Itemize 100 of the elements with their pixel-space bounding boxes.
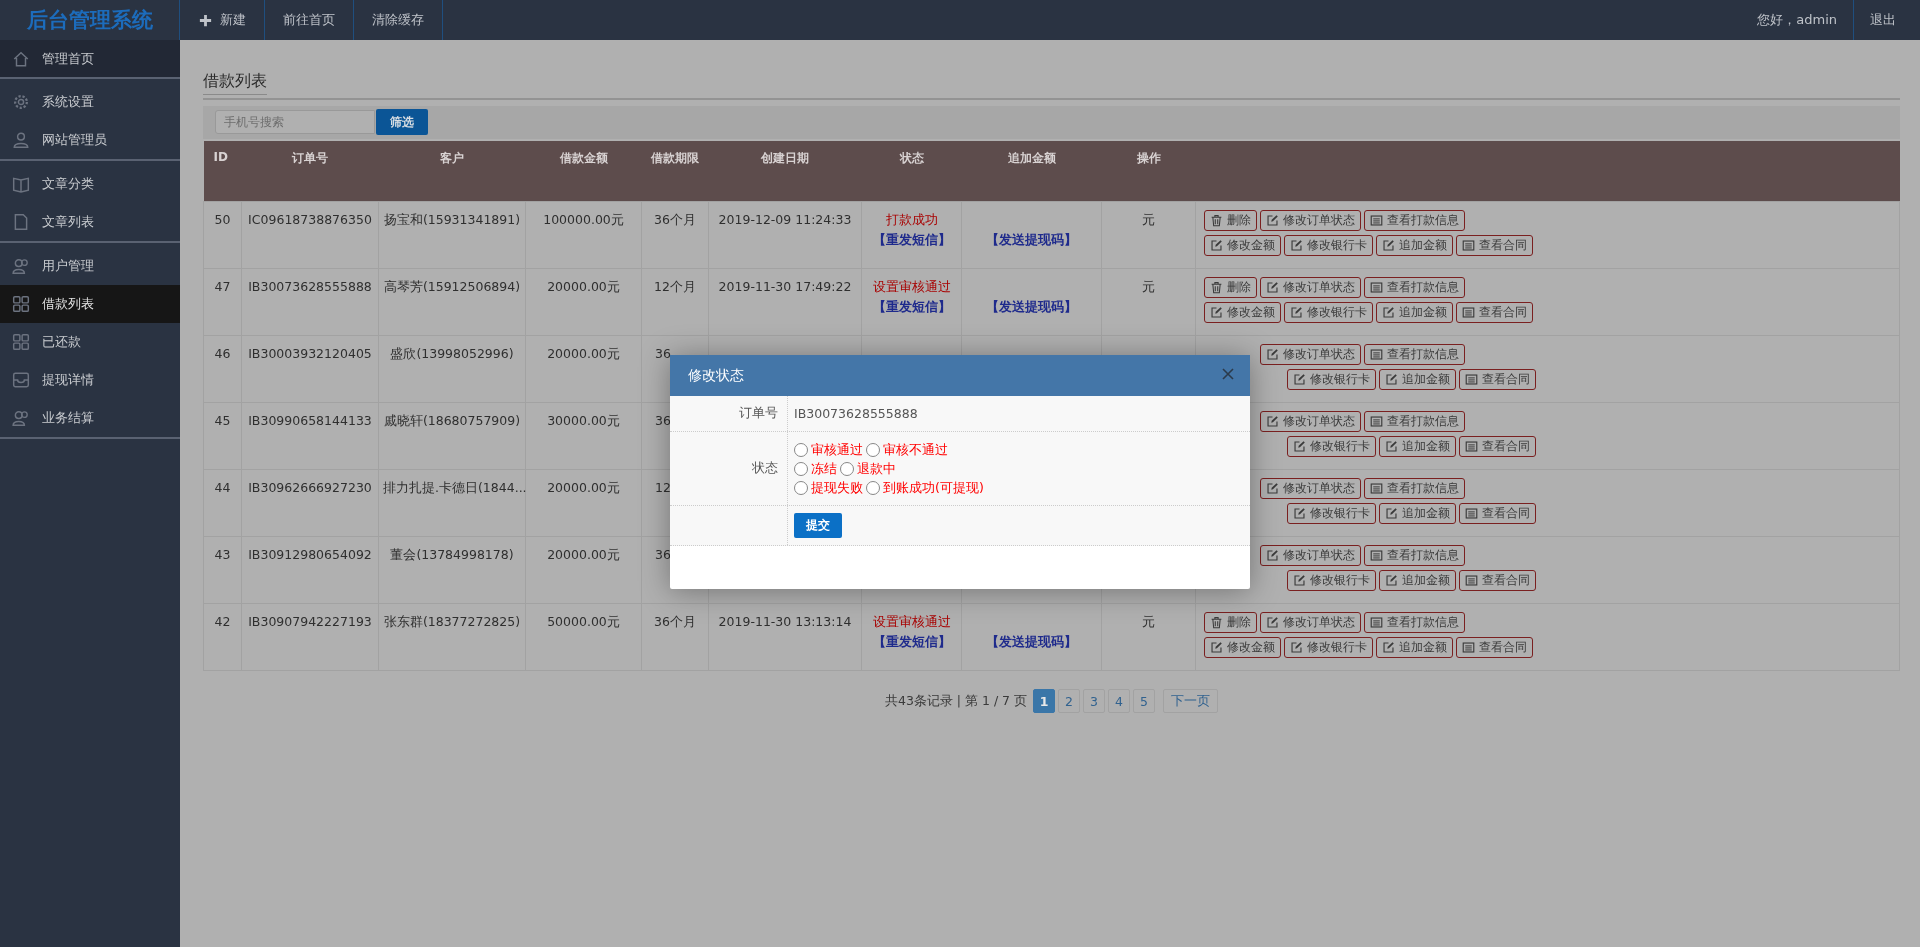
radio-button[interactable] bbox=[866, 480, 880, 495]
edit-icon bbox=[1293, 507, 1306, 520]
table-cell: 盛欣(13998052996) bbox=[390, 346, 514, 361]
action-button[interactable]: 修改订单状态 bbox=[1260, 411, 1361, 432]
sidebar-item[interactable]: 用户管理 bbox=[0, 247, 180, 285]
sidebar-item[interactable]: 系统设置 bbox=[0, 83, 180, 121]
action-button[interactable]: 追加金额 bbox=[1376, 302, 1453, 323]
radio-label: 提现失败 bbox=[811, 479, 863, 497]
action-button[interactable]: 修改银行卡 bbox=[1284, 235, 1373, 256]
action-button[interactable]: 修改订单状态 bbox=[1260, 210, 1361, 231]
radio-button[interactable] bbox=[866, 442, 880, 457]
action-button[interactable]: 修改银行卡 bbox=[1284, 302, 1373, 323]
action-button[interactable]: 修改银行卡 bbox=[1287, 503, 1376, 524]
action-button[interactable]: 修改银行卡 bbox=[1287, 369, 1376, 390]
sidebar-item[interactable]: 已还款 bbox=[0, 323, 180, 361]
table-cell: 排力扎提.卡德日(1844... bbox=[383, 480, 527, 495]
radio-button[interactable] bbox=[794, 442, 808, 457]
page-link[interactable]: 4 bbox=[1108, 689, 1131, 713]
table-cell: 36 bbox=[655, 413, 671, 428]
action-button[interactable]: 查看打款信息 bbox=[1364, 210, 1465, 231]
table-cell: 扬宝和(15931341891) bbox=[383, 212, 521, 227]
table-cell: 44 bbox=[214, 480, 231, 495]
action-button[interactable]: 修改金额 bbox=[1204, 302, 1281, 323]
action-button[interactable]: 查看合同 bbox=[1459, 570, 1536, 591]
edit-icon bbox=[1293, 574, 1306, 587]
list-icon bbox=[1370, 214, 1383, 227]
action-button[interactable]: 查看合同 bbox=[1459, 503, 1536, 524]
action-button[interactable]: 追加金额 bbox=[1376, 235, 1453, 256]
action-button[interactable]: 修改订单状态 bbox=[1260, 545, 1361, 566]
action-button[interactable]: 查看合同 bbox=[1456, 302, 1533, 323]
action-button[interactable]: 查看打款信息 bbox=[1364, 277, 1465, 298]
action-button[interactable]: 查看合同 bbox=[1459, 369, 1536, 390]
action-button[interactable]: 查看打款信息 bbox=[1364, 478, 1465, 499]
modal-title: 修改状态 bbox=[688, 366, 745, 385]
action-button[interactable]: 查看打款信息 bbox=[1364, 344, 1465, 365]
submit-button[interactable]: 提交 bbox=[794, 513, 842, 538]
action-button[interactable]: 修改订单状态 bbox=[1260, 277, 1361, 298]
action-button[interactable]: 追加金额 bbox=[1379, 436, 1456, 457]
trash-icon bbox=[1210, 214, 1223, 227]
action-button[interactable]: 查看合同 bbox=[1456, 235, 1533, 256]
edit-icon bbox=[1290, 239, 1303, 252]
table-cell: 2019-11-30 17:49:22 bbox=[718, 279, 852, 294]
close-icon bbox=[1220, 366, 1236, 382]
table-cell: 2019-12-09 11:24:33 bbox=[718, 212, 852, 227]
action-button[interactable]: 删除 bbox=[1204, 277, 1257, 298]
sidebar-item[interactable]: 提现详情 bbox=[0, 361, 180, 399]
sidebar-item[interactable]: 文章分类 bbox=[0, 165, 180, 203]
action-button[interactable]: 查看打款信息 bbox=[1364, 545, 1465, 566]
page-link[interactable]: 3 bbox=[1083, 689, 1106, 713]
action-button[interactable]: 查看合同 bbox=[1456, 637, 1533, 658]
filter-button[interactable]: 筛选 bbox=[376, 109, 428, 135]
next-page-link[interactable]: 下一页 bbox=[1163, 689, 1219, 713]
trash-icon bbox=[1210, 616, 1223, 629]
action-button[interactable]: 删除 bbox=[1204, 210, 1257, 231]
resend-sms-link[interactable]: 【重发短信】 bbox=[872, 232, 951, 247]
sidebar-item[interactable]: 借款列表 bbox=[0, 285, 180, 323]
table-cell: 43 bbox=[214, 547, 231, 562]
status-text: 设置审核通过 bbox=[872, 614, 951, 629]
search-field[interactable]: 手机号搜索 bbox=[215, 110, 375, 134]
action-button[interactable]: 修改订单状态 bbox=[1260, 344, 1361, 365]
action-button[interactable]: 修改银行卡 bbox=[1287, 570, 1376, 591]
action-button[interactable]: 修改银行卡 bbox=[1287, 436, 1376, 457]
action-button[interactable]: 查看合同 bbox=[1459, 436, 1536, 457]
action-button[interactable]: 追加金额 bbox=[1376, 637, 1453, 658]
action-button[interactable]: 查看打款信息 bbox=[1364, 612, 1465, 633]
radio-button[interactable] bbox=[840, 461, 854, 476]
edit-icon bbox=[1385, 373, 1398, 386]
radio-button[interactable] bbox=[794, 480, 808, 495]
action-button[interactable]: 修改金额 bbox=[1204, 235, 1281, 256]
action-button[interactable]: 修改金额 bbox=[1204, 637, 1281, 658]
list-icon bbox=[1462, 239, 1475, 252]
sidebar-item[interactable]: 网站管理员 bbox=[0, 121, 180, 159]
sidebar-item[interactable]: 业务结算 bbox=[0, 399, 180, 437]
resend-sms-link[interactable]: 【重发短信】 bbox=[872, 634, 951, 649]
radio-button[interactable] bbox=[794, 461, 808, 476]
list-icon bbox=[1370, 616, 1383, 629]
page-link[interactable]: 1 bbox=[1033, 689, 1056, 713]
table-cell: 42 bbox=[214, 614, 231, 629]
action-button[interactable]: 修改订单状态 bbox=[1260, 612, 1361, 633]
action-button[interactable]: 追加金额 bbox=[1379, 369, 1456, 390]
action-button[interactable]: 修改银行卡 bbox=[1284, 637, 1373, 658]
edit-icon bbox=[1385, 440, 1398, 453]
list-icon bbox=[1465, 440, 1478, 453]
list-icon bbox=[1370, 482, 1383, 495]
action-button[interactable]: 修改订单状态 bbox=[1260, 478, 1361, 499]
action-button[interactable]: 追加金额 bbox=[1379, 503, 1456, 524]
list-icon bbox=[1370, 348, 1383, 361]
radio-label: 退款中 bbox=[857, 460, 896, 478]
action-button[interactable]: 查看打款信息 bbox=[1364, 411, 1465, 432]
action-button[interactable]: 删除 bbox=[1204, 612, 1257, 633]
page-link[interactable]: 5 bbox=[1133, 689, 1156, 713]
sidebar-item[interactable]: 文章列表 bbox=[0, 203, 180, 241]
sidebar-item[interactable]: 管理首页 bbox=[0, 40, 180, 77]
page-link[interactable]: 2 bbox=[1058, 689, 1081, 713]
column-header: 借款期限 bbox=[651, 151, 699, 165]
table-cell: 20000.00元 bbox=[547, 547, 620, 562]
table-cell: 12个月 bbox=[654, 279, 696, 294]
action-button[interactable]: 追加金额 bbox=[1379, 570, 1456, 591]
edit-icon bbox=[1293, 373, 1306, 386]
resend-sms-link[interactable]: 【重发短信】 bbox=[872, 299, 951, 314]
